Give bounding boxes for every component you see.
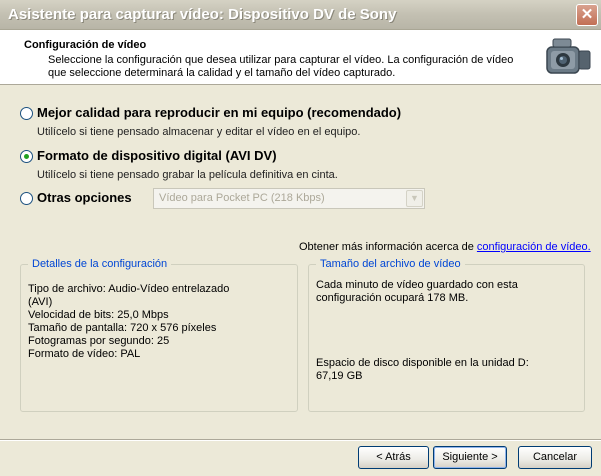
file-size-legend: Tamaño del archivo de vídeo — [316, 258, 465, 270]
close-icon: ✕ — [580, 6, 594, 23]
details-list: Tipo de archivo: Audio-Vídeo entrelazado… — [28, 283, 229, 361]
option-label[interactable]: Formato de dispositivo digital (AVI DV) — [37, 148, 277, 163]
option-label[interactable]: Otras opciones — [37, 190, 132, 205]
wizard-header: Configuración de vídeo Seleccione la con… — [0, 30, 601, 85]
window-title: Asistente para capturar vídeo: Dispositi… — [8, 6, 397, 23]
file-size-group: Tamaño del archivo de vídeo Cada minuto … — [308, 258, 585, 412]
more-info-line: Obtener más información acerca de config… — [299, 241, 591, 253]
details-line: Velocidad de bits: 25,0 Mbps — [28, 309, 169, 321]
title-bar: Asistente para capturar vídeo: Dispositi… — [0, 0, 601, 30]
close-button[interactable]: ✕ — [576, 4, 598, 26]
details-line: Tipo de archivo: Audio-Vídeo entrelazado — [28, 283, 230, 295]
cancel-button[interactable]: Cancelar — [518, 446, 592, 469]
option-description: Utilícelo si tiene pensado almacenar y e… — [37, 126, 361, 138]
other-options-select[interactable]: Vídeo para Pocket PC (218 Kbps) ▼ — [153, 188, 425, 209]
next-button[interactable]: Siguiente > — [433, 446, 507, 469]
back-button[interactable]: < Atrás — [358, 446, 429, 469]
details-legend: Detalles de la configuración — [28, 258, 172, 270]
details-line: Tamaño de pantalla: 720 x 576 píxeles — [28, 322, 217, 334]
header-title: Configuración de vídeo — [24, 39, 147, 51]
settings-details-group: Detalles de la configuración Tipo de arc… — [20, 258, 298, 412]
details-line: Formato de vídeo: PAL — [28, 348, 141, 360]
disk-space-text: Espacio de disco disponible en la unidad… — [316, 357, 529, 382]
footer-separator — [0, 439, 601, 441]
header-description: Seleccione la configuración que desea ut… — [48, 54, 514, 79]
radio-digital-device[interactable] — [20, 150, 33, 163]
option-label[interactable]: Mejor calidad para reproducir en mi equi… — [37, 105, 401, 120]
file-size-text: Cada minuto de vídeo guardado con esta c… — [316, 279, 518, 304]
camcorder-icon — [546, 38, 591, 74]
option-description: Utilícelo si tiene pensado grabar la pel… — [37, 169, 338, 181]
video-settings-link[interactable]: configuración de vídeo. — [477, 241, 591, 253]
details-line: (AVI) — [28, 296, 53, 308]
select-value: Vídeo para Pocket PC (218 Kbps) — [159, 192, 325, 204]
radio-other[interactable] — [20, 192, 33, 205]
details-line: Fotogramas por segundo: 25 — [28, 335, 170, 347]
more-info-prefix: Obtener más información acerca de — [299, 241, 477, 253]
chevron-down-icon[interactable]: ▼ — [406, 190, 423, 207]
radio-best-quality[interactable] — [20, 107, 33, 120]
